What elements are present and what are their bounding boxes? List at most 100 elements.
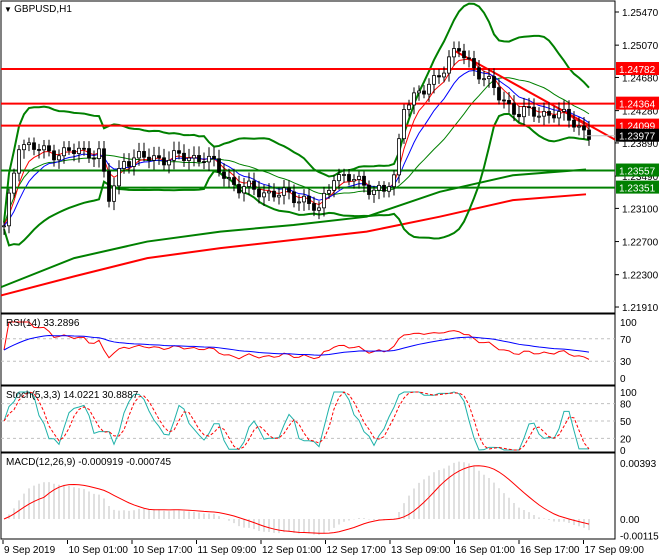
candle-body	[47, 145, 51, 152]
bollinger-upper-line	[3, 2, 590, 223]
candle-body	[317, 207, 321, 211]
time-tick-label: 16 Sep 01:00	[456, 545, 516, 556]
candle-body	[492, 76, 496, 88]
stoch-tick-label: 50	[620, 417, 632, 428]
candle-body	[417, 90, 421, 94]
candle-body	[452, 48, 456, 58]
candle-body	[582, 125, 586, 131]
candle-body	[187, 157, 191, 161]
bollinger-lower-line	[3, 112, 590, 247]
candle-body	[82, 147, 86, 150]
candle-body	[357, 175, 361, 180]
candle-body	[457, 48, 461, 52]
candle-body	[262, 192, 266, 198]
rsi-tick-label: 70	[620, 335, 632, 346]
candle-body	[552, 114, 556, 119]
candle-body	[182, 152, 186, 161]
candle-body	[92, 157, 96, 160]
level-price-label: 1.23351	[619, 184, 656, 195]
macd-tick-label: 0.00	[620, 515, 640, 526]
level-price-label: 1.23557	[619, 167, 656, 178]
candle-body	[32, 142, 36, 150]
candle-body	[2, 225, 6, 228]
time-tick-label: 12 Sep 17:00	[327, 545, 387, 556]
candle-body	[487, 76, 491, 80]
candle-body	[567, 108, 571, 121]
candle-body	[547, 111, 551, 116]
macd-tick-label: 0.00393	[620, 459, 657, 470]
candle-body	[587, 129, 591, 140]
candle-body	[472, 58, 476, 69]
candle-body	[272, 190, 276, 198]
level-price-label: 1.24364	[619, 100, 656, 111]
candle-body	[52, 150, 56, 161]
candle-body	[147, 156, 151, 161]
candle-body	[482, 78, 486, 81]
stoch-tick-label: 20	[620, 434, 632, 445]
candle-body	[72, 150, 76, 154]
time-tick-label: 13 Sep 09:00	[391, 545, 451, 556]
candle-body	[27, 142, 31, 146]
candle-body	[252, 180, 256, 190]
candle-body	[232, 177, 236, 185]
time-tick-label: 10 Sep 17:00	[133, 545, 193, 556]
candle-body	[282, 187, 286, 196]
candle-body	[192, 155, 196, 159]
candle-body	[562, 108, 566, 112]
candle-body	[162, 157, 166, 166]
candle-body	[217, 158, 221, 173]
panel-frame	[0, 0, 616, 314]
candle-body	[267, 190, 271, 194]
rsi-tick-label: 0	[620, 374, 626, 385]
candle-body	[447, 56, 451, 74]
candle-body	[87, 148, 91, 159]
candle-body	[112, 185, 116, 202]
candle-body	[7, 192, 11, 227]
candle-body	[57, 155, 61, 161]
candle-body	[352, 179, 356, 182]
candle-body	[557, 111, 561, 119]
price-tick-label: 1.25070	[622, 41, 659, 52]
candle-body	[407, 104, 411, 110]
candle-body	[202, 161, 206, 163]
candle-body	[332, 180, 336, 191]
candle-body	[227, 177, 231, 180]
candle-body	[502, 99, 506, 102]
candle-body	[367, 184, 371, 195]
candle-body	[62, 147, 66, 157]
stoch-tick-label: 100	[620, 388, 637, 399]
candle-body	[12, 172, 16, 194]
stoch-tick-label: 0	[620, 446, 626, 457]
candle-body	[427, 83, 431, 95]
chart-canvas[interactable]: 1.254701.250701.246801.242801.238901.234…	[0, 0, 660, 560]
time-tick-label: 10 Sep 01:00	[69, 545, 129, 556]
candle-body	[132, 157, 136, 167]
candle-body	[377, 184, 381, 191]
candle-body	[137, 151, 141, 159]
candle-body	[577, 125, 581, 128]
candle-body	[497, 87, 501, 101]
candle-body	[572, 119, 576, 128]
candle-body	[127, 161, 131, 167]
candle-body	[157, 155, 161, 159]
rsi-tick-label: 100	[620, 318, 637, 329]
candle-body	[397, 138, 401, 176]
dropdown-triangle-icon[interactable]: ▼	[4, 5, 14, 14]
candle-body	[307, 195, 311, 204]
candle-body	[392, 174, 396, 188]
candle-body	[517, 113, 521, 118]
candle-body	[117, 168, 121, 187]
candle-body	[467, 57, 471, 60]
candle-body	[402, 109, 406, 140]
candle-body	[512, 103, 516, 115]
rsi-tick-label: 30	[620, 357, 632, 368]
symbol-label: GBPUSD,H1	[14, 4, 72, 15]
chart-title: ▼ GBPUSD,H1	[4, 4, 72, 15]
candle-body	[102, 148, 106, 172]
candle-body	[42, 145, 46, 151]
candle-body	[532, 106, 536, 117]
candle-body	[337, 174, 341, 182]
candle-body	[212, 155, 216, 160]
candle-body	[257, 188, 261, 198]
candle-body	[77, 147, 81, 154]
